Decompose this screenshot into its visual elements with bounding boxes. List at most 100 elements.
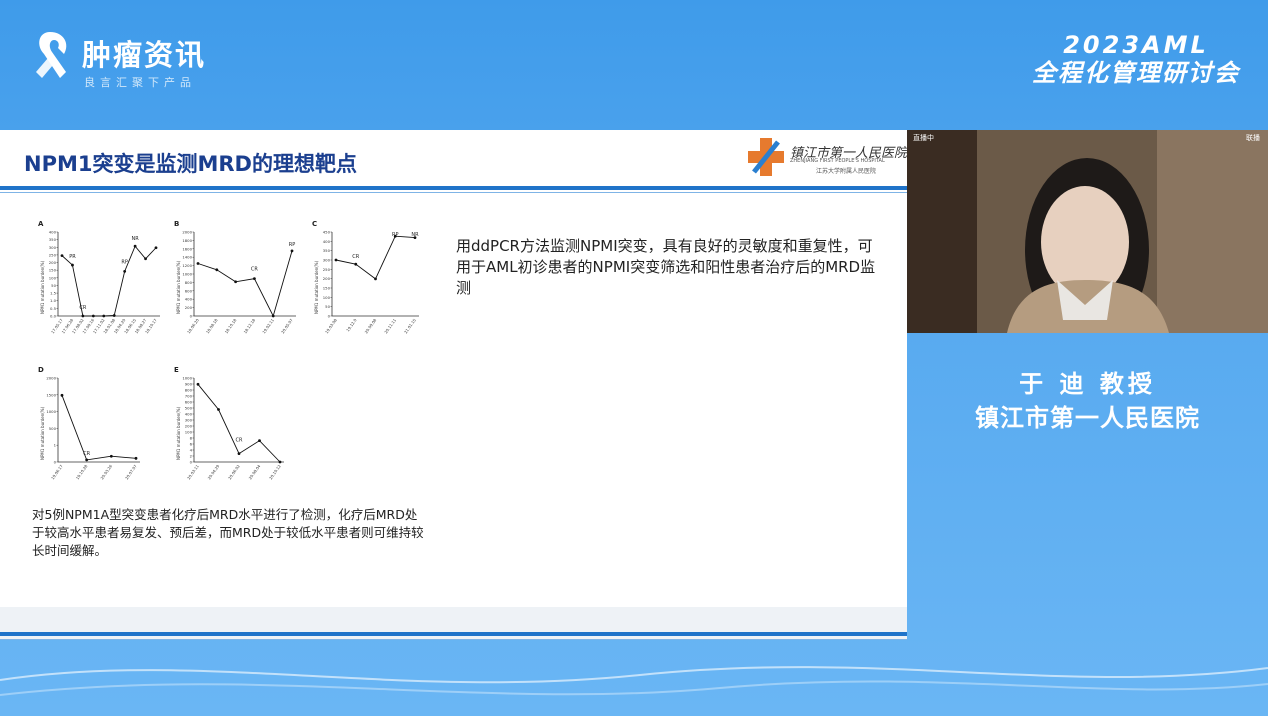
y-tick-label: 900	[185, 382, 193, 387]
y-tick-label: 350	[323, 248, 331, 253]
x-tick-label: 20.04.29	[207, 463, 221, 480]
y-tick-label: 1000	[182, 376, 192, 381]
y-tick-label: 400	[49, 230, 57, 235]
data-point	[112, 314, 116, 317]
data-point	[102, 314, 106, 318]
chart-panel-a: A NPM1 mutation burden(%) 400 350 300 250 200 1…	[36, 218, 166, 348]
chart-svg-e: ENPM1 mutation burden(%)1000900800700600…	[174, 366, 284, 480]
x-tick-label: 19.10.28	[75, 463, 89, 480]
data-point	[290, 249, 294, 253]
panel-label: C	[312, 220, 317, 228]
y-tick-label: 8	[190, 436, 193, 441]
chart-annotation: CR	[352, 254, 359, 260]
x-tick-label: 19.06.17	[50, 463, 64, 480]
x-tick-label: 20.03.26	[99, 463, 113, 480]
hospital-logo: 镇江市第一人民医院 ZHENJIANG FIRST PEOPLE'S HOSPI…	[748, 138, 907, 178]
y-tick-label: 600	[185, 288, 193, 293]
x-tick-label: 19.02.11	[261, 317, 275, 334]
y-axis-label: NPM1 mutation burden(%)	[314, 260, 319, 314]
y-tick-label: 800	[185, 280, 193, 285]
x-tick-label: 19.12.0	[345, 317, 358, 332]
x-tick-label: 18.12.18	[242, 317, 256, 334]
data-point	[278, 460, 282, 464]
background-wave	[0, 666, 1268, 696]
data-point	[60, 254, 64, 258]
y-tick-label: 100	[323, 295, 331, 300]
x-tick-label: 21.01.15	[403, 317, 417, 334]
chart-annotation: CR	[79, 305, 86, 311]
chart-panel-e: E NPM1 mutation burden(%) 1000 900 800 700 600…	[172, 364, 290, 494]
panel-label: D	[38, 366, 44, 374]
data-point	[215, 268, 219, 272]
speaker-video: 直播中 联播	[907, 130, 1268, 333]
chart-svg-c: C NPM1 mutation burden(%) 450 400 350 300 250 2…	[312, 220, 419, 334]
hospital-english-name: ZHENJIANG FIRST PEOPLE'S HOSPITAL	[790, 158, 885, 164]
series-line	[197, 250, 293, 318]
y-tick-label: 450	[323, 230, 331, 235]
y-tick-label: 250	[49, 252, 57, 257]
brand-name: 肿瘤资讯	[82, 38, 207, 72]
y-axis-label: NPM1 mutation burden(%)	[176, 406, 181, 460]
y-tick-label: 6	[190, 442, 193, 447]
speaker-video-frame	[907, 130, 1268, 333]
y-tick-label: 150	[323, 286, 331, 291]
y-tick-label: 350	[49, 237, 57, 242]
data-point	[374, 277, 377, 281]
y-tick-label: 400	[185, 412, 193, 417]
ddpcr-description: 用ddPCR方法监测NPMI突变，具有良好的灵敏度和重复性，可用于AML初诊患者…	[456, 237, 876, 297]
title-divider	[0, 186, 907, 190]
y-tick-label: 300	[323, 258, 331, 263]
y-tick-label: 2000	[182, 230, 192, 235]
y-tick-label: 700	[185, 394, 193, 399]
data-point	[71, 263, 74, 267]
x-tick-label: 20.05.07	[280, 317, 294, 334]
data-point	[81, 314, 85, 318]
slide-title: NPM1突变是监测MRD的理想靶点	[24, 152, 357, 176]
event-title-name: 全程化管理研讨会	[1032, 59, 1240, 87]
live-label: 直播中	[913, 134, 934, 142]
y-tick-label: 50	[325, 304, 330, 309]
video-corner-label: 联播	[1246, 134, 1260, 142]
chart-annotation: CR	[251, 267, 258, 273]
x-tick-label: 20.03.11	[186, 463, 200, 480]
y-tick-label: 1800	[182, 238, 192, 243]
series-line	[61, 395, 137, 461]
y-tick-label: 50	[51, 283, 56, 288]
x-tick-label: 19.03.08	[324, 317, 338, 334]
y-tick-label: 1600	[182, 246, 192, 251]
series-line	[335, 235, 416, 280]
data-point	[196, 382, 200, 386]
chart-annotation: NR	[411, 232, 419, 238]
data-point	[217, 408, 220, 411]
y-tick-label: 100	[185, 430, 193, 435]
y-tick-label: 600	[185, 400, 193, 405]
data-point	[123, 269, 127, 273]
x-tick-label: 20.07.07	[124, 463, 138, 480]
x-tick-label: 20.09.08	[364, 317, 378, 334]
data-point	[60, 393, 64, 397]
panel-label: A	[38, 220, 44, 228]
x-tick-label: 18.10.18	[224, 317, 238, 334]
y-tick-label: 0	[328, 314, 331, 319]
speaker-caption: 于 迪 教授 镇江市第一人民医院	[907, 367, 1268, 435]
y-tick-label: 0	[54, 460, 57, 465]
event-title: 2023AML 全程化管理研讨会	[1032, 32, 1240, 88]
x-tick-label: 20.10.12	[268, 463, 282, 480]
chart-annotation: CR	[236, 438, 243, 444]
study-summary: 对5例NPM1A型突变患者化疗后MRD水平进行了检测，化疗后MRD处于较高水平患…	[32, 507, 424, 558]
chart-panel-c: C NPM1 mutation burden(%) 450 400 350 300 250 2…	[310, 218, 425, 348]
y-tick-label: 500	[185, 406, 193, 411]
event-title-year: 2023AML	[1063, 31, 1209, 59]
series-line	[61, 245, 157, 317]
data-point	[144, 257, 147, 261]
y-tick-label: 0	[190, 314, 193, 319]
chart-panel-b: B NPM1 mutation burden(%) 2000 1800 1600 1400…	[172, 218, 302, 348]
data-point	[134, 456, 138, 460]
y-tick-label: 250	[323, 267, 331, 272]
data-point	[85, 458, 89, 462]
y-tick-label: 300	[49, 245, 57, 250]
series-line	[197, 384, 281, 463]
y-tick-label: 800	[185, 388, 193, 393]
y-tick-label: 1000	[182, 272, 192, 277]
hospital-cross-icon	[748, 138, 784, 176]
